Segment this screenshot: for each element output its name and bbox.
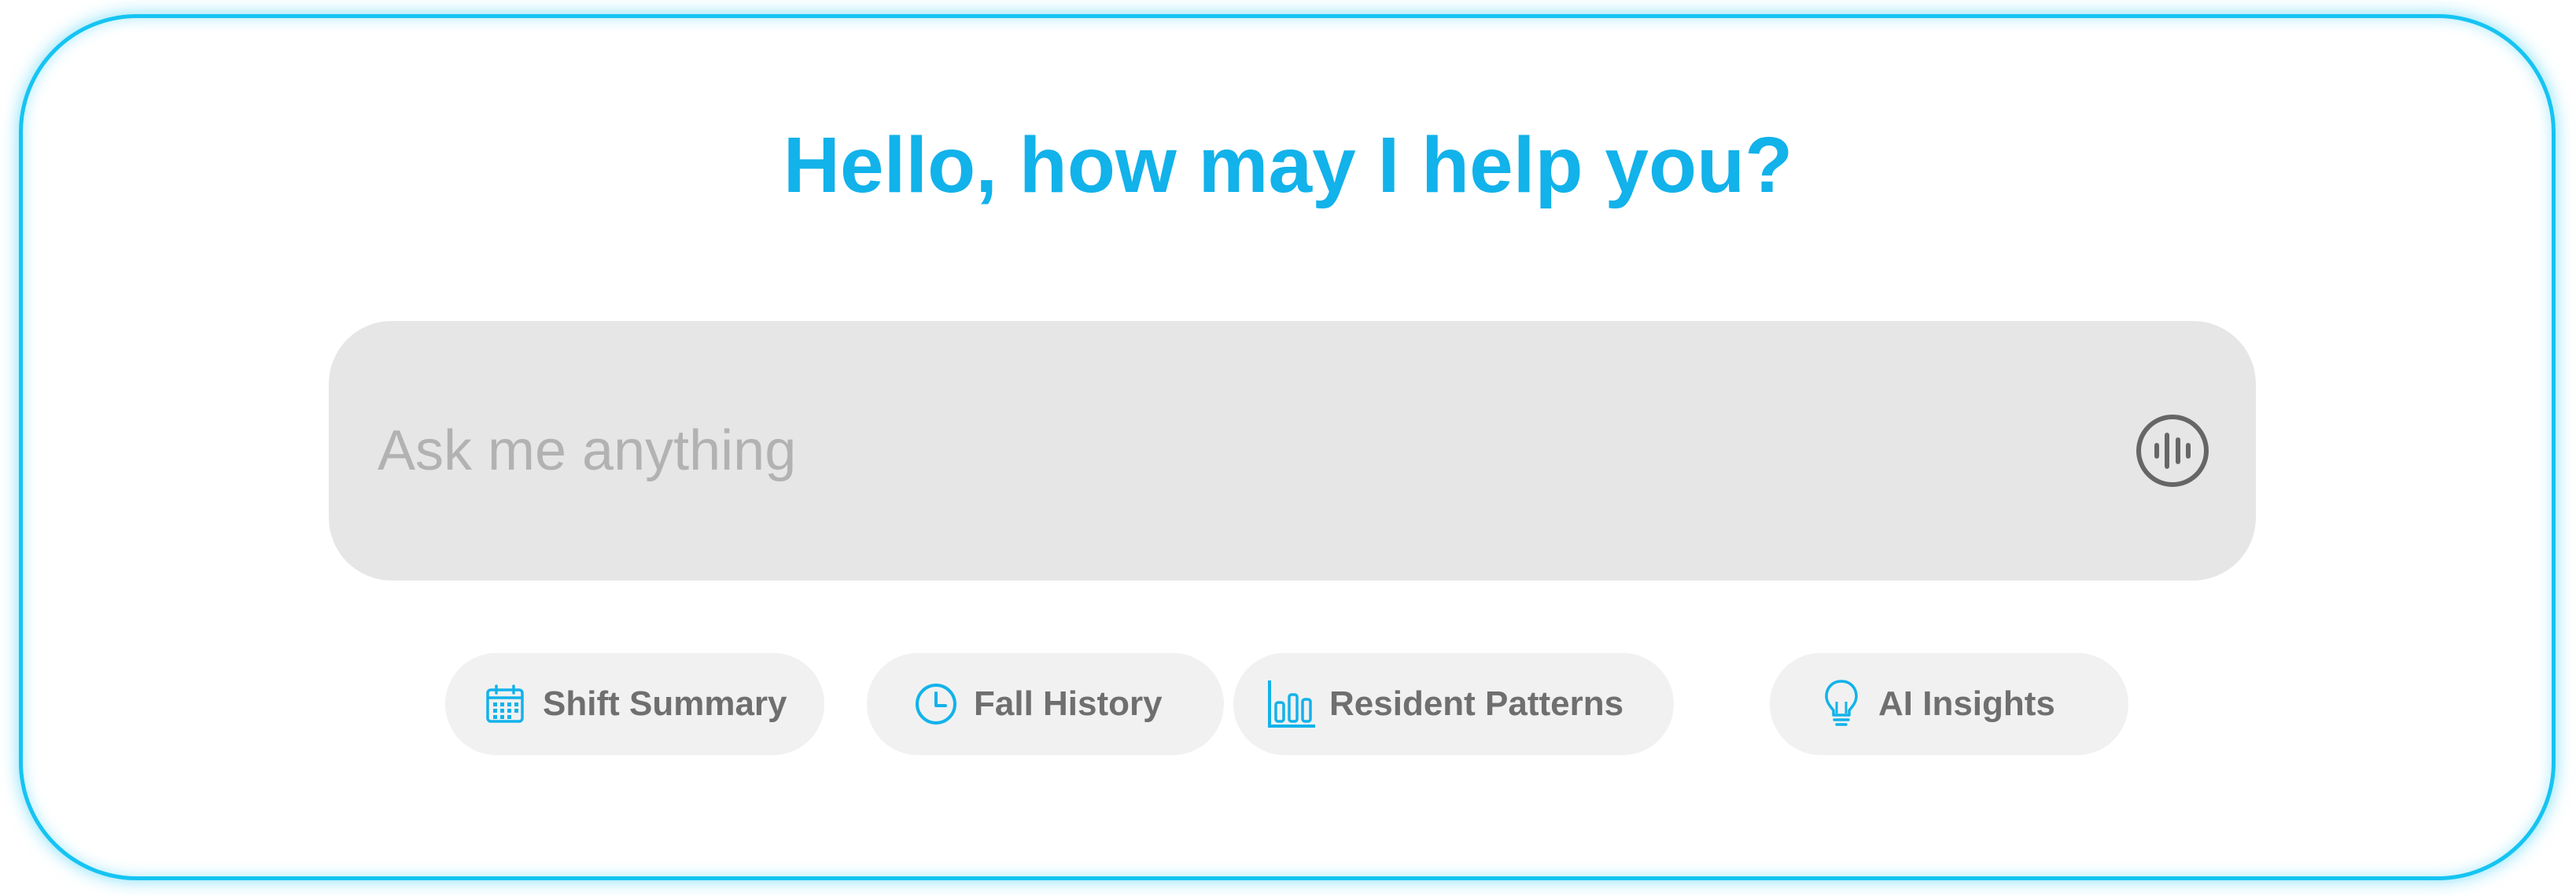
- search-input[interactable]: [378, 404, 2069, 498]
- ai-insights-label: AI Insights: [1878, 684, 2055, 723]
- greeting-title: Hello, how may I help you?: [783, 121, 1793, 209]
- voice-input-button[interactable]: [2135, 413, 2210, 489]
- lightbulb-icon: [1825, 680, 1858, 726]
- shift-summary-label: Shift Summary: [543, 684, 787, 723]
- calendar-icon: [486, 684, 524, 723]
- search-box: [329, 321, 2256, 581]
- fall-history-button[interactable]: Fall History: [867, 653, 1224, 755]
- fall-history-label: Fall History: [974, 684, 1163, 723]
- resident-patterns-label: Resident Patterns: [1329, 684, 1624, 723]
- resident-patterns-button[interactable]: Resident Patterns: [1233, 653, 1674, 755]
- bar-chart-icon: [1268, 680, 1315, 728]
- shift-summary-button[interactable]: Shift Summary: [445, 653, 824, 755]
- clock-icon: [916, 684, 956, 725]
- voice-waveform-icon: [2136, 415, 2209, 487]
- ai-insights-button[interactable]: AI Insights: [1770, 653, 2128, 755]
